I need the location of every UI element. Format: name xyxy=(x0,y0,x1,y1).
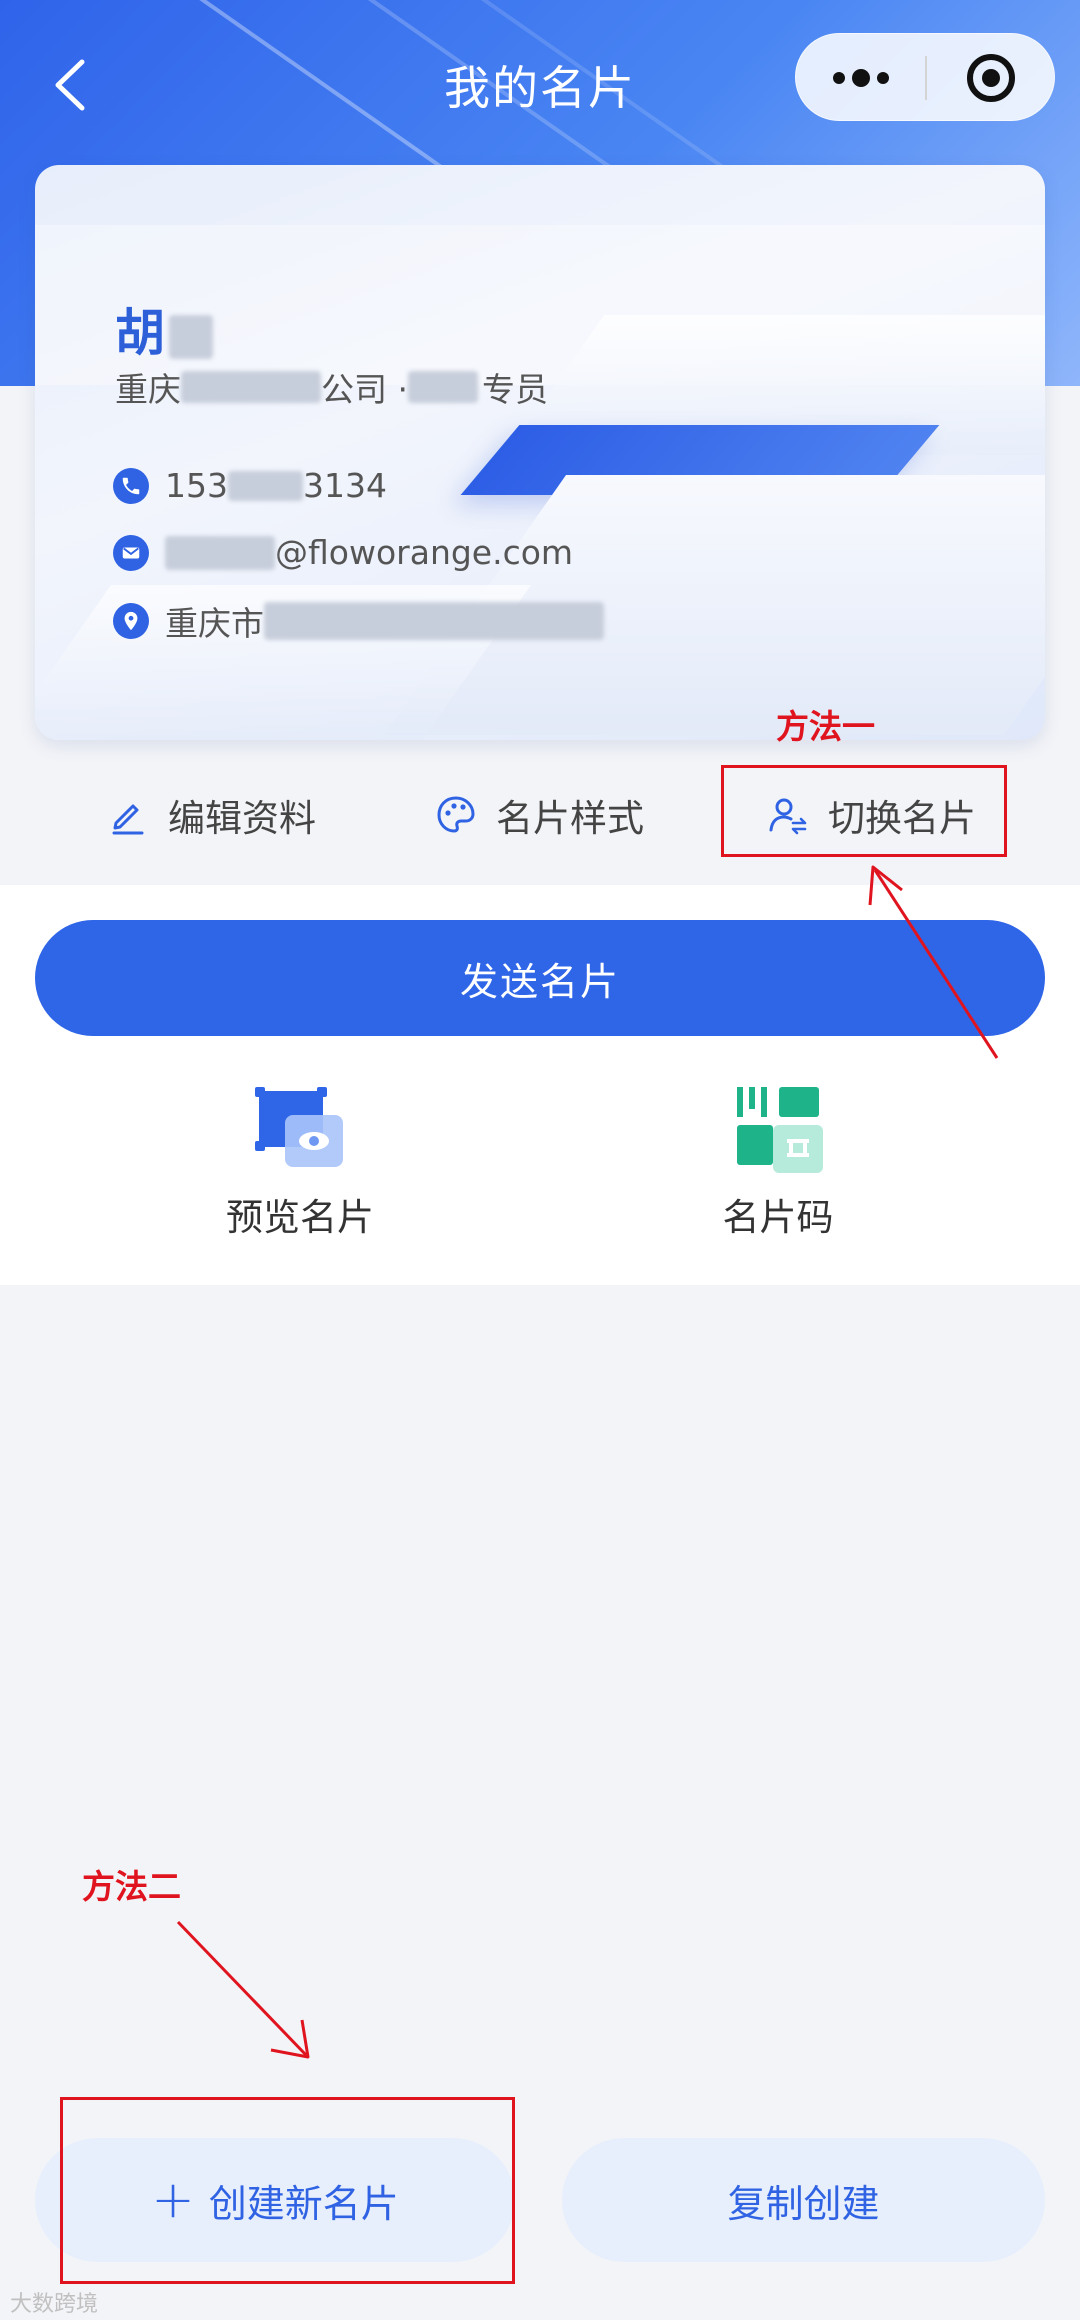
location-pin-icon xyxy=(113,603,149,639)
more-button[interactable] xyxy=(796,34,926,122)
redacted-block xyxy=(407,371,478,403)
qr-code-icon xyxy=(733,1085,823,1175)
more-dots-icon xyxy=(833,69,889,87)
annotation-box-create xyxy=(60,2097,515,2284)
annotation-method-one: 方法一 xyxy=(776,707,875,746)
copy-create-button[interactable]: 复制创建 xyxy=(562,2138,1045,2262)
target-icon xyxy=(967,54,1015,102)
annotation-box-switch xyxy=(721,765,1007,857)
edit-profile-button[interactable]: 编辑资料 xyxy=(106,760,316,870)
card-style-label: 名片样式 xyxy=(496,797,644,840)
card-style-button[interactable]: 名片样式 xyxy=(434,760,644,870)
close-miniprogram-button[interactable] xyxy=(926,34,1056,122)
redacted-block xyxy=(169,314,213,359)
phone-prefix: 153 xyxy=(165,466,228,505)
card-holder-name: 胡 xyxy=(115,293,213,365)
email-row[interactable]: @floworange.com xyxy=(113,533,573,572)
preview-card-button[interactable]: 预览名片 xyxy=(150,1085,450,1255)
business-card[interactable]: 胡 重庆 公司 · 专员 xyxy=(35,165,1045,740)
watermark: 大数跨境 xyxy=(10,2292,99,2317)
mail-icon xyxy=(113,534,149,571)
redacted-block xyxy=(228,470,303,501)
phone-suffix: 3134 xyxy=(303,466,387,505)
nav-bar: 我的名片 xyxy=(0,0,1080,165)
phone-row[interactable]: 153 3134 xyxy=(113,466,387,505)
redacted-block xyxy=(165,535,275,570)
card-panel: 发送名片 预览名片 名片码 xyxy=(0,885,1080,1285)
company-prefix: 重庆 xyxy=(115,370,181,409)
address-row[interactable]: 重庆市 xyxy=(113,597,604,645)
address-prefix: 重庆市 xyxy=(165,604,264,643)
redacted-block xyxy=(264,602,604,640)
miniprogram-capsule xyxy=(795,33,1055,121)
card-code-label: 名片码 xyxy=(722,1196,834,1239)
annotation-method-two: 方法二 xyxy=(82,1867,181,1906)
palette-icon xyxy=(437,796,475,833)
edit-profile-label: 编辑资料 xyxy=(168,797,316,840)
company-mid: 公司 · xyxy=(321,370,408,409)
card-company: 重庆 公司 · 专员 xyxy=(115,363,548,411)
preview-card-icon xyxy=(255,1085,345,1175)
pencil-icon xyxy=(112,804,144,835)
send-card-button[interactable]: 发送名片 xyxy=(35,920,1045,1036)
card-code-button[interactable]: 名片码 xyxy=(628,1085,928,1255)
name-text: 胡 xyxy=(115,304,165,362)
redacted-block xyxy=(181,371,321,403)
preview-card-label: 预览名片 xyxy=(226,1196,374,1239)
email-suffix: @floworange.com xyxy=(275,533,574,572)
phone-icon xyxy=(113,467,149,504)
role-suffix: 专员 xyxy=(481,370,548,409)
